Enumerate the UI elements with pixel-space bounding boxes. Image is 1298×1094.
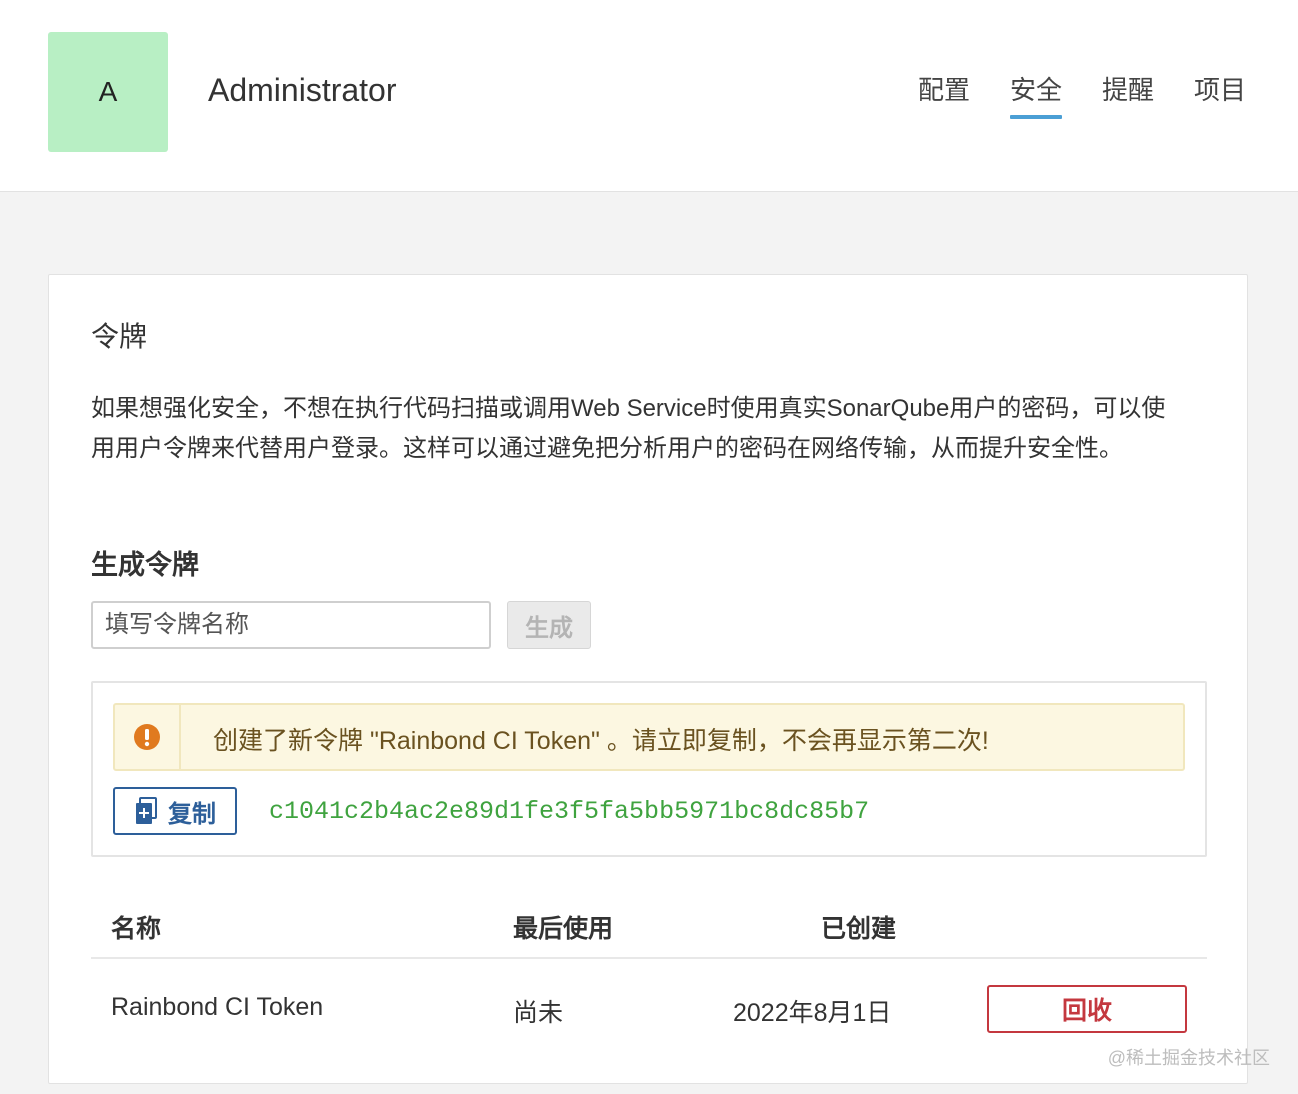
copy-label: 复制 xyxy=(168,800,216,828)
account-nav: 配置 安全 提醒 项目 xyxy=(918,70,1246,119)
avatar-letter: A xyxy=(98,76,118,107)
watermark: @稀土掘金技术社区 xyxy=(1107,1048,1270,1068)
table-row: Rainbond CI Token 尚未 2022年8月1日 回收 xyxy=(91,959,1207,1059)
tab-config[interactable]: 配置 xyxy=(918,70,970,117)
warning-alert: 创建了新令牌 "Rainbond CI Token" 。请立即复制，不会再显示第… xyxy=(113,703,1185,771)
alert-text: 创建了新令牌 "Rainbond CI Token" 。请立即复制，不会再显示第… xyxy=(213,727,989,755)
tokens-panel: 令牌 如果想强化安全，不想在执行代码扫描或调用Web Service时使用真实S… xyxy=(48,274,1248,1084)
created-cell: 2022年8月1日 xyxy=(733,999,892,1027)
exclamation-circle-icon xyxy=(134,724,160,750)
tokens-description: 如果想强化安全，不想在执行代码扫描或调用Web Service时使用真实Sona… xyxy=(91,395,1166,462)
tab-security[interactable]: 安全 xyxy=(1009,70,1062,119)
alert-icon-cell xyxy=(115,705,181,769)
section-title: 令牌 xyxy=(91,321,148,352)
column-header-name: 名称 xyxy=(111,915,162,943)
tab-notifications[interactable]: 提醒 xyxy=(1102,70,1154,117)
copy-button[interactable]: 复制 xyxy=(113,787,237,835)
generate-button[interactable]: 生成 xyxy=(507,601,591,649)
token-value: c1041c2b4ac2e89d1fe3f5fa5bb5971bc8dc85b7 xyxy=(269,797,870,826)
token-name-cell: Rainbond CI Token xyxy=(111,993,324,1021)
token-name-input[interactable] xyxy=(91,601,491,649)
column-header-created: 已创建 xyxy=(821,915,897,943)
copy-icon xyxy=(136,797,157,824)
tab-projects[interactable]: 项目 xyxy=(1194,70,1246,117)
revoke-button[interactable]: 回收 xyxy=(987,985,1187,1033)
column-header-last-used: 最后使用 xyxy=(513,915,614,943)
avatar: A xyxy=(48,32,168,152)
table-header: 名称 最后使用 已创建 xyxy=(91,895,1207,959)
last-used-cell: 尚未 xyxy=(513,999,564,1027)
top-header: A Administrator 配置 安全 提醒 项目 xyxy=(0,0,1298,192)
new-token-box: 创建了新令牌 "Rainbond CI Token" 。请立即复制，不会再显示第… xyxy=(91,681,1207,857)
tokens-table: 名称 最后使用 已创建 Rainbond CI Token 尚未 2022年8月… xyxy=(91,895,1207,1059)
generate-title: 生成令牌 xyxy=(91,550,199,580)
username: Administrator xyxy=(208,72,397,108)
